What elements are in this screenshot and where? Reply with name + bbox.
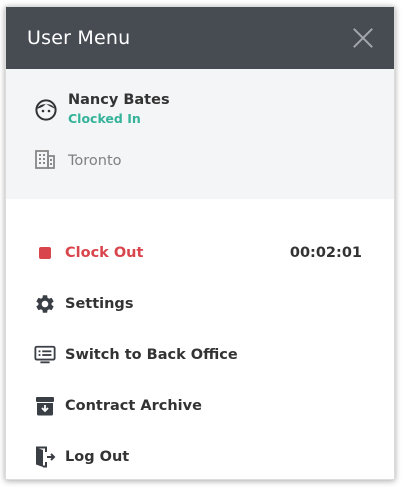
switch-back-office-button[interactable]: Switch to Back Office	[6, 329, 394, 380]
user-name: Nancy Bates	[68, 92, 170, 108]
user-info-section: Nancy Bates Clocked In Toronto	[6, 69, 394, 199]
clock-timer: 00:02:01	[289, 244, 362, 261]
header-bar: User Menu	[6, 7, 394, 69]
user-menu-panel: User Menu Nancy Bates Clocked In Toronto…	[5, 6, 395, 480]
settings-label: Settings	[65, 295, 134, 312]
settings-button[interactable]: Settings	[6, 278, 394, 329]
log-out-icon	[34, 446, 56, 468]
face-icon	[34, 92, 58, 126]
clock-out-label: Clock Out	[65, 244, 144, 261]
building-icon	[34, 148, 56, 174]
stop-icon	[34, 242, 56, 264]
desktop-list-icon	[34, 344, 56, 366]
location-row: Toronto	[34, 148, 394, 174]
location-label: Toronto	[68, 153, 122, 169]
status-badge: Clocked In	[68, 111, 141, 126]
menu-list: Clock Out 00:02:01 Settings Switch to Ba…	[6, 199, 394, 479]
contract-archive-label: Contract Archive	[65, 397, 202, 414]
close-icon[interactable]	[352, 27, 374, 49]
switch-back-office-label: Switch to Back Office	[65, 346, 238, 363]
log-out-label: Log Out	[65, 448, 130, 465]
log-out-button[interactable]: Log Out	[6, 431, 394, 479]
gear-icon	[34, 293, 56, 315]
clock-out-button[interactable]: Clock Out 00:02:01	[6, 227, 394, 278]
contract-archive-button[interactable]: Contract Archive	[6, 380, 394, 431]
user-row: Nancy Bates Clocked In	[34, 92, 394, 126]
page-title: User Menu	[27, 27, 131, 49]
archive-box-icon	[34, 395, 56, 417]
user-text: Nancy Bates Clocked In	[68, 92, 170, 126]
